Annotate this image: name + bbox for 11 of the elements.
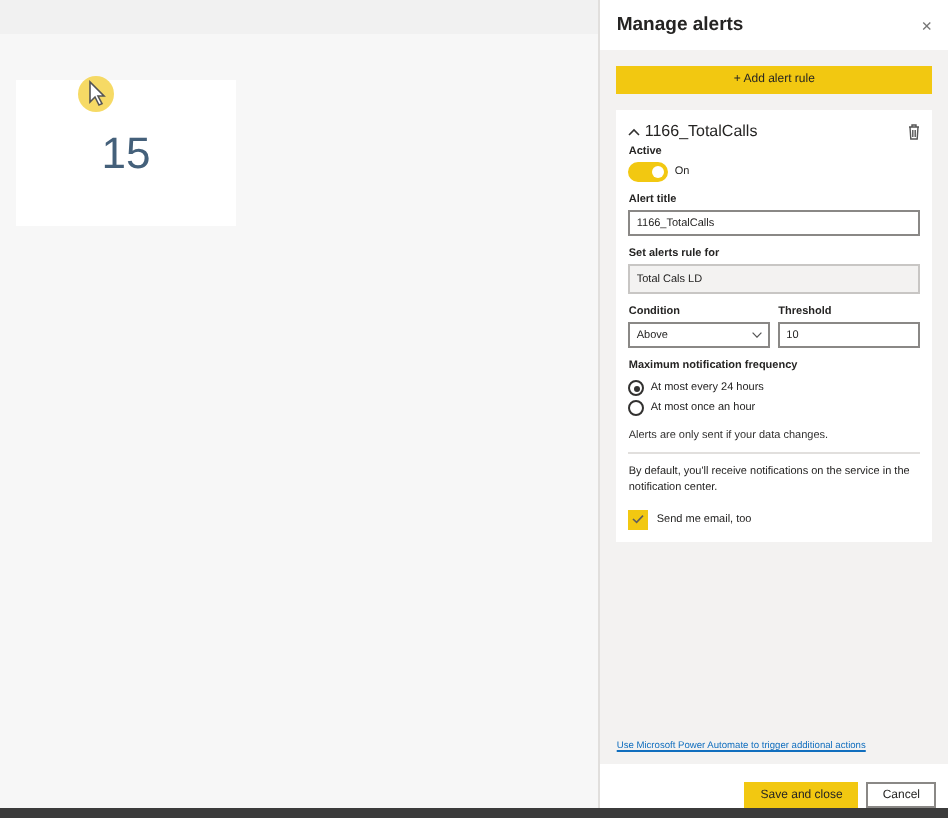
rule-name: 1166_TotalCalls xyxy=(644,122,758,140)
chevron-icon[interactable] xyxy=(628,127,641,135)
email-checkbox[interactable] xyxy=(628,509,649,529)
panel-title: Manage alerts xyxy=(616,14,744,36)
chevron-down-icon xyxy=(752,332,763,338)
active-toggle[interactable] xyxy=(628,162,669,182)
radio-button[interactable] xyxy=(628,400,645,416)
close-button[interactable]: × xyxy=(921,15,932,35)
card-value: 15 xyxy=(101,127,151,179)
radio-button[interactable] xyxy=(628,380,645,396)
trash-icon[interactable] xyxy=(908,123,920,139)
